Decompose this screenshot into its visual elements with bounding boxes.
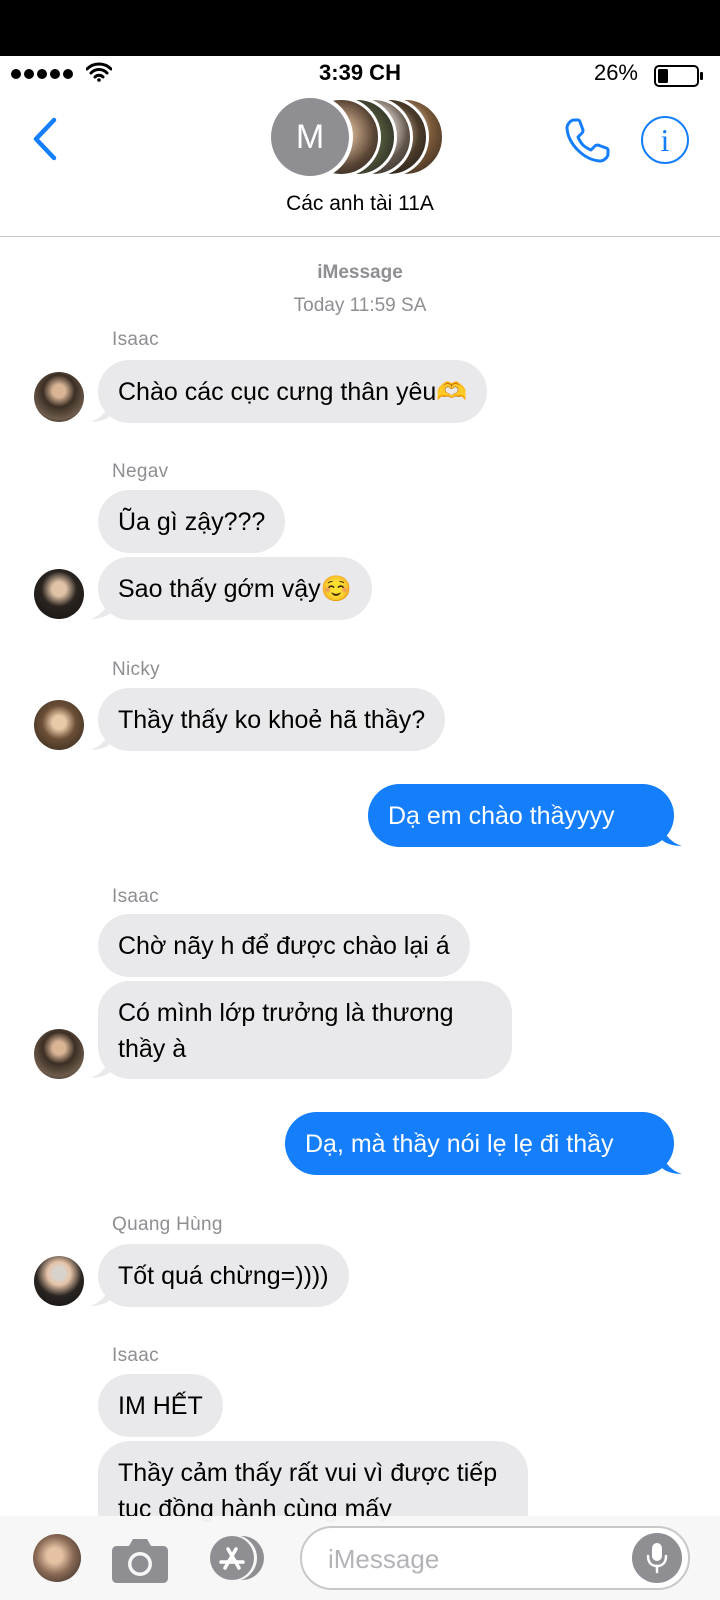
message-bubble[interactable]: Có mình lớp trưởng là thương thầy à	[98, 981, 512, 1079]
bubble-tail	[90, 1057, 110, 1078]
message-bubble[interactable]: IM HẾT	[98, 1374, 223, 1437]
group-avatar-stack[interactable]: M	[263, 92, 463, 182]
message-input[interactable]	[328, 1542, 608, 1576]
sender-name: Nicky	[112, 659, 160, 680]
back-chevron-icon[interactable]	[28, 114, 64, 164]
message-bubble[interactable]: Sao thấy gớm vậy☺️	[98, 557, 372, 620]
service-label: iMessage	[317, 262, 403, 283]
message-bubble[interactable]: Chào các cục cưng thân yêu🫶	[98, 360, 488, 423]
group-name[interactable]: Các anh tài 11A	[0, 192, 720, 216]
info-icon[interactable]: i	[641, 116, 689, 164]
bubble-tail	[662, 1153, 682, 1174]
message-bubble[interactable]: Chờ nãy h để được chào lại á	[98, 914, 470, 977]
profile-avatar[interactable]	[33, 1534, 81, 1582]
message-bubble-sent[interactable]: Dạ em chào thầyyyy	[368, 784, 674, 847]
message-bubble[interactable]: Thầy thấy ko khoẻ hã thầy?	[98, 688, 446, 751]
battery-icon	[654, 65, 703, 87]
sender-name: Isaac	[112, 886, 159, 907]
contact-avatar[interactable]	[34, 1029, 84, 1079]
phone-icon[interactable]	[562, 116, 612, 166]
conversation-header: M Các anh tài 11A i	[0, 92, 720, 237]
sender-name: Isaac	[112, 1345, 159, 1366]
composer-bar	[0, 1516, 720, 1600]
group-initial-avatar: M	[267, 94, 353, 180]
thread-timestamp: Today 11:59 SA	[293, 295, 427, 316]
camera-icon[interactable]	[111, 1536, 169, 1584]
contact-avatar[interactable]	[34, 1256, 84, 1306]
message-input-container[interactable]	[300, 1526, 690, 1590]
battery-percentage: 26%	[593, 60, 638, 85]
contact-avatar[interactable]	[34, 372, 84, 422]
contact-avatar[interactable]	[34, 700, 84, 750]
sender-name: Negav	[112, 461, 169, 482]
top-black-strip	[0, 0, 720, 56]
message-bubble-sent[interactable]: Dạ, mà thầy nói lẹ lẹ đi thầy	[285, 1112, 674, 1175]
contact-avatar[interactable]	[34, 569, 84, 619]
bubble-tail	[662, 825, 682, 846]
app-store-icon[interactable]	[204, 1534, 268, 1582]
status-bar: 3:39 CH 26%	[0, 56, 720, 92]
bubble-tail	[90, 401, 110, 422]
sender-name: Quang Hùng	[112, 1214, 223, 1235]
sender-name: Isaac	[112, 329, 159, 350]
message-bubble[interactable]: Tốt quá chừng=))))	[98, 1244, 349, 1307]
bubble-tail	[90, 1285, 110, 1306]
bubble-tail	[90, 598, 110, 619]
bubble-tail	[90, 729, 110, 750]
message-bubble[interactable]: Ũa gì zậy???	[98, 490, 286, 553]
microphone-icon[interactable]	[632, 1533, 682, 1583]
